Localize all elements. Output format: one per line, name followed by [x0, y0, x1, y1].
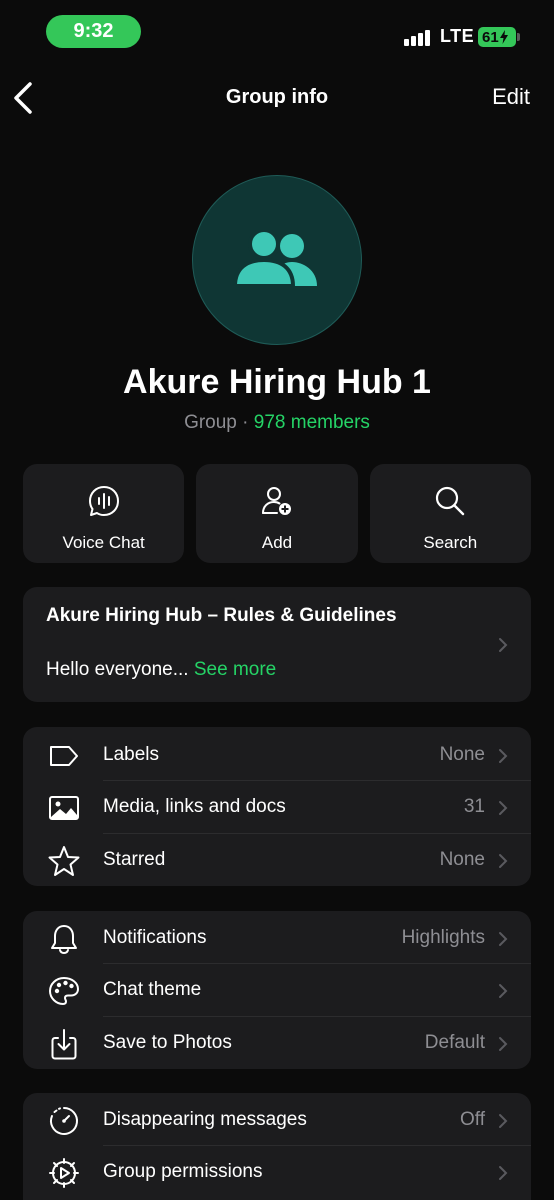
search-button[interactable]: Search [369, 464, 531, 563]
row-label: Group permissions [103, 1161, 263, 1182]
chevron-right-icon [499, 1114, 508, 1128]
group-subtitle: Group · 978 members [0, 412, 554, 434]
description-title: Akure Hiring Hub – Rules & Guidelines [46, 605, 397, 626]
disappearing-messages-row[interactable]: Disappearing messages Off [23, 1094, 531, 1146]
row-value: None [439, 744, 485, 765]
row-label: Starred [103, 849, 166, 870]
row-label: Disappearing messages [103, 1109, 307, 1130]
notifications-row[interactable]: Notifications Highlights [23, 912, 531, 964]
labels-row[interactable]: Labels None [23, 729, 531, 781]
quick-actions: Voice Chat Add Search [23, 464, 531, 563]
palette-icon [49, 977, 79, 1005]
search-label: Search [423, 533, 478, 552]
see-more-link[interactable]: See more [194, 659, 276, 680]
search-icon [436, 486, 465, 516]
add-member-label: Add [261, 533, 293, 552]
chevron-right-icon [499, 749, 508, 763]
chevron-right-icon [499, 984, 508, 998]
status-time: 9:32 [46, 15, 141, 48]
image-icon [49, 796, 79, 820]
row-label: Labels [103, 744, 159, 765]
media-links-docs-row[interactable]: Media, links and docs 31 [23, 781, 531, 833]
row-value: Default [424, 1032, 485, 1053]
members-count-link[interactable]: 978 members [254, 412, 370, 433]
edit-button[interactable]: Edit [492, 84, 530, 110]
chevron-right-icon [499, 854, 508, 868]
add-member-icon [261, 487, 291, 515]
voice-chat-button[interactable]: Voice Chat [23, 464, 185, 563]
subtitle-separator: · [236, 412, 254, 433]
page-title: Group info [225, 86, 329, 108]
description-preview: Hello everyone... [46, 659, 194, 680]
row-value: 31 [463, 796, 485, 817]
battery-indicator: 61 [478, 27, 516, 47]
chevron-right-icon [499, 638, 508, 652]
group-name: Akure Hiring Hub 1 [123, 363, 431, 401]
timer-icon [50, 1107, 78, 1135]
row-label: Save to Photos [103, 1032, 232, 1053]
chevron-right-icon [499, 932, 508, 946]
bell-icon [51, 925, 77, 955]
row-value: Highlights [401, 927, 485, 948]
description-text: Hello everyone... See more [46, 659, 276, 681]
row-value: Off [460, 1109, 485, 1130]
label-icon [50, 746, 78, 766]
chevron-right-icon [499, 1037, 508, 1051]
row-label: Media, links and docs [103, 796, 286, 817]
battery-level: 61 [482, 28, 499, 46]
row-value: None [439, 849, 485, 870]
gear-icon [49, 1158, 79, 1188]
group-description-card[interactable]: Akure Hiring Hub – Rules & Guidelines He… [23, 587, 531, 702]
notifications-section: Notifications Highlights Chat theme Save… [23, 911, 531, 1069]
chevron-right-icon [499, 1166, 508, 1180]
save-to-photos-row[interactable]: Save to Photos Default [23, 1017, 531, 1069]
network-type: LTE [440, 26, 475, 46]
starred-row[interactable]: Starred None [23, 834, 531, 886]
row-label: Chat theme [103, 979, 202, 1000]
row-label: Notifications [103, 927, 207, 948]
charging-icon [499, 30, 508, 44]
group-people-icon [232, 230, 317, 288]
media-section: Labels None Media, links and docs 31 Sta… [23, 727, 531, 886]
save-download-icon [51, 1029, 77, 1060]
privacy-section: Disappearing messages Off Group permissi… [23, 1093, 531, 1200]
status-bar: 9:32 LTE 61 [0, 0, 554, 64]
signal-icon [404, 30, 430, 46]
add-member-button[interactable]: Add [196, 464, 358, 563]
group-avatar[interactable] [192, 175, 362, 345]
group-permissions-row[interactable]: Group permissions [23, 1146, 531, 1198]
voice-chat-icon [88, 486, 119, 516]
group-type: Group [184, 412, 237, 433]
chat-theme-row[interactable]: Chat theme [23, 964, 531, 1016]
battery-cap [517, 33, 520, 41]
star-icon [48, 846, 80, 876]
voice-chat-label: Voice Chat [62, 533, 145, 552]
nav-bar: Group info Edit [0, 70, 554, 126]
chevron-right-icon [499, 801, 508, 815]
